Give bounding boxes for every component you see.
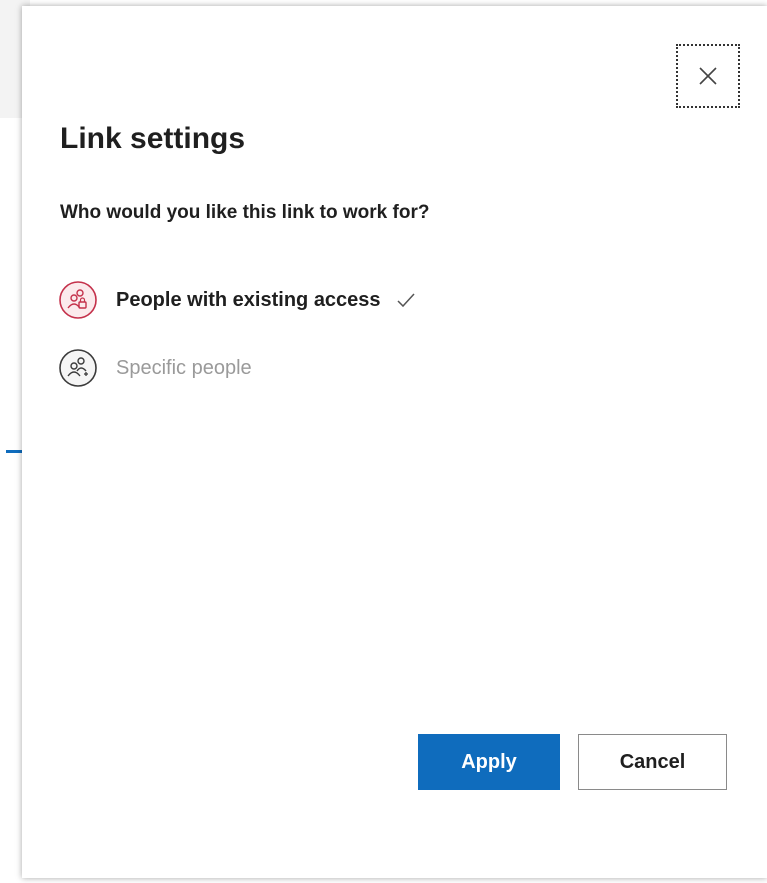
dialog-title: Link settings <box>60 122 246 155</box>
screen: Link settings Who would you like this li… <box>0 0 767 883</box>
cancel-button[interactable]: Cancel <box>578 734 727 790</box>
option-label: Specific people <box>116 356 252 379</box>
apply-button[interactable]: Apply <box>418 734 560 790</box>
close-button[interactable] <box>676 44 740 108</box>
people-lock-icon <box>59 281 97 319</box>
background-tab-underline <box>6 450 22 453</box>
people-add-icon <box>59 349 97 387</box>
close-icon <box>699 67 717 85</box>
option-people-with-existing-access[interactable]: People with existing access <box>58 280 417 320</box>
question-text: Who would you like this link to work for… <box>60 202 430 223</box>
option-label: People with existing access <box>116 288 381 311</box>
checkmark-icon <box>397 293 415 308</box>
link-settings-dialog: Link settings Who would you like this li… <box>22 6 767 878</box>
option-specific-people[interactable]: Specific people <box>58 348 252 388</box>
